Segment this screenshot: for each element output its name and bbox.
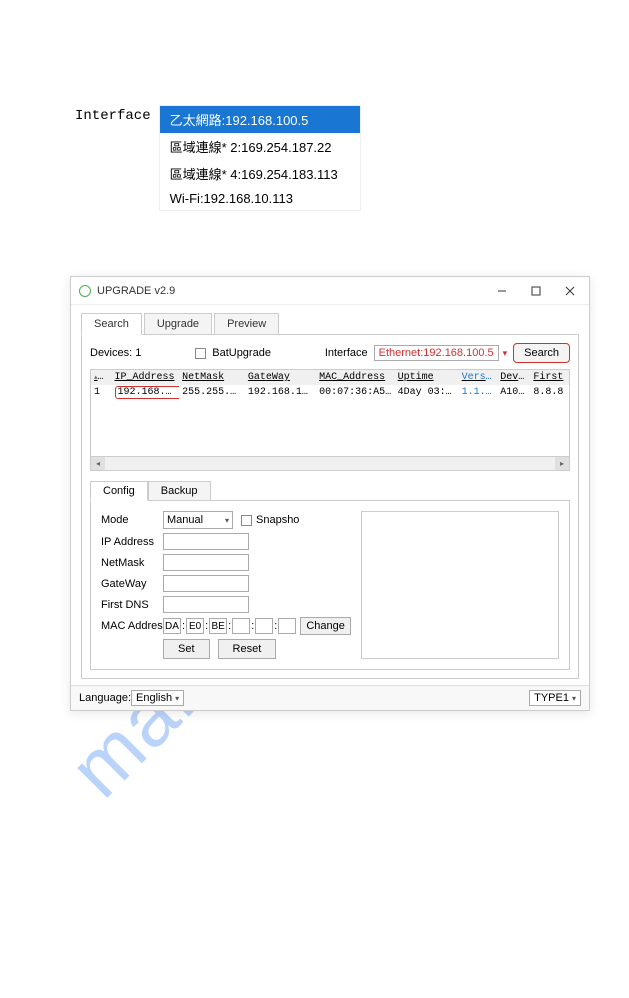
col-mac[interactable]: MAC_Address: [316, 370, 394, 385]
titlebar: UPGRADE v2.9: [71, 277, 589, 305]
interface-select[interactable]: Ethernet:192.168.100.5: [374, 345, 499, 361]
interface-dropdown-list[interactable]: 乙太網路:192.168.100.5 區域連線* 2:169.254.187.2…: [159, 105, 361, 211]
search-button[interactable]: Search: [513, 343, 570, 363]
reset-button[interactable]: Reset: [218, 639, 277, 659]
statusbar: Language: English ▾ TYPE1 ▾: [71, 685, 589, 710]
scroll-left-icon[interactable]: ◂: [91, 457, 105, 471]
mac-input-4[interactable]: [232, 618, 250, 634]
mac-input-1[interactable]: [163, 618, 181, 634]
close-button[interactable]: [553, 279, 587, 303]
sub-tab-bar: Config Backup: [90, 481, 570, 500]
interface-dropdown-block: Interface 乙太網路:192.168.100.5 區域連線* 2:169…: [75, 105, 629, 211]
dropdown-item[interactable]: 區域連線* 2:169.254.187.22: [160, 133, 360, 160]
table-header[interactable]: No IP_Address NetMask GateWay MAC_Addres…: [91, 370, 569, 385]
main-tab-bar: Search Upgrade Preview: [81, 313, 579, 334]
set-button[interactable]: Set: [163, 639, 210, 659]
col-uptime[interactable]: Uptime: [395, 370, 459, 385]
window-title: UPGRADE v2.9: [97, 285, 485, 297]
tab-backup[interactable]: Backup: [148, 481, 211, 501]
app-icon: [79, 285, 91, 297]
batupgrade-checkbox[interactable]: [195, 348, 206, 359]
cell-ip: 192.168.100…: [112, 385, 180, 400]
firstdns-label: First DNS: [101, 599, 163, 611]
cell-first: 8.8.8: [530, 385, 569, 400]
mac-input-5[interactable]: [255, 618, 273, 634]
cell-gateway: 192.168.100…: [245, 385, 316, 400]
change-button[interactable]: Change: [300, 617, 351, 635]
scroll-right-icon[interactable]: ▸: [555, 457, 569, 471]
language-select[interactable]: English ▾: [131, 690, 184, 706]
mac-input-3[interactable]: [209, 618, 227, 634]
cell-mac: 00:07:36:A5:6D…: [316, 385, 394, 400]
cell-no: 1: [91, 385, 112, 400]
chevron-down-icon[interactable]: ▾: [503, 348, 508, 359]
maximize-button[interactable]: [519, 279, 553, 303]
chevron-down-icon: ▾: [225, 516, 229, 525]
minimize-button[interactable]: [485, 279, 519, 303]
devices-count-label: Devices: 1: [90, 347, 141, 359]
mode-select[interactable]: Manual ▾: [163, 511, 233, 529]
gateway-input[interactable]: [163, 575, 249, 592]
tab-preview[interactable]: Preview: [214, 313, 279, 335]
batupgrade-label: BatUpgrade: [212, 347, 271, 359]
mac-input-2[interactable]: [186, 618, 204, 634]
cell-version: 1.1.35: [459, 385, 498, 400]
firstdns-input[interactable]: [163, 596, 249, 613]
dropdown-item[interactable]: Wi-Fi:192.168.10.113: [160, 187, 360, 210]
config-panel: Mode Manual ▾ Snapsho IP Address: [90, 500, 570, 670]
ip-address-input[interactable]: [163, 533, 249, 550]
mac-label: MAC Addres: [101, 620, 163, 632]
tab-search[interactable]: Search: [81, 313, 142, 335]
chevron-down-icon: ▾: [572, 694, 576, 703]
devices-table: No IP_Address NetMask GateWay MAC_Addres…: [90, 369, 570, 471]
dropdown-item-selected[interactable]: 乙太網路:192.168.100.5: [160, 106, 360, 133]
mode-label: Mode: [101, 514, 163, 526]
table-row[interactable]: 1 192.168.100… 255.255.255… 192.168.100……: [91, 385, 569, 400]
search-tab-content: Devices: 1 BatUpgrade Interface Ethernet…: [81, 334, 579, 679]
preview-panel: [361, 511, 559, 659]
col-version[interactable]: Versio: [459, 370, 498, 385]
tab-upgrade[interactable]: Upgrade: [144, 313, 212, 335]
type-select[interactable]: TYPE1 ▾: [529, 690, 581, 706]
dropdown-item[interactable]: 區域連線* 4:169.254.183.113: [160, 160, 360, 187]
col-gateway[interactable]: GateWay: [245, 370, 316, 385]
mac-input-6[interactable]: [278, 618, 296, 634]
col-ip[interactable]: IP_Address: [112, 370, 180, 385]
cell-netmask: 255.255.255…: [179, 385, 245, 400]
table-blank-area: [91, 400, 569, 456]
snapshot-checkbox[interactable]: [241, 515, 252, 526]
col-first[interactable]: First: [530, 370, 569, 385]
col-netmask[interactable]: NetMask: [179, 370, 245, 385]
chevron-down-icon: ▾: [175, 694, 179, 703]
interface-toolbar-label: Interface: [325, 347, 368, 359]
horizontal-scrollbar[interactable]: ◂ ▸: [91, 456, 569, 470]
cell-device: A10.D: [497, 385, 530, 400]
gateway-label: GateWay: [101, 578, 163, 590]
col-no[interactable]: No: [91, 370, 112, 385]
netmask-input[interactable]: [163, 554, 249, 571]
app-window: UPGRADE v2.9 Search Upgrade Preview: [70, 276, 590, 711]
interface-label: Interface: [75, 105, 151, 124]
ip-address-label: IP Address: [101, 536, 163, 548]
netmask-label: NetMask: [101, 557, 163, 569]
language-label: Language:: [79, 692, 131, 704]
snapshot-label: Snapsho: [256, 514, 299, 526]
tab-config[interactable]: Config: [90, 481, 148, 501]
col-device[interactable]: Device: [497, 370, 530, 385]
cell-uptime: 4Day 03:04…: [395, 385, 459, 400]
